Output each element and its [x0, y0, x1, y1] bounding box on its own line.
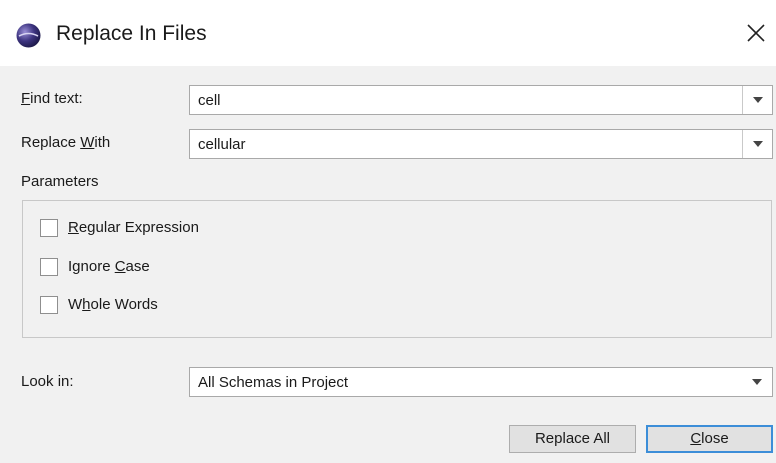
- find-text-dropdown-button[interactable]: [742, 86, 772, 114]
- find-text-combo[interactable]: cell: [189, 85, 773, 115]
- ignore-case-label[interactable]: Ignore Case: [68, 257, 150, 277]
- eclipse-sphere-icon: [16, 23, 41, 48]
- look-in-label: Look in:: [21, 373, 74, 390]
- title-bar: Replace In Files: [0, 0, 776, 66]
- replace-with-dropdown-button[interactable]: [742, 130, 772, 158]
- find-text-label: Find text:: [21, 90, 83, 107]
- replace-with-label: Replace With: [21, 134, 111, 151]
- chevron-down-icon: [753, 141, 763, 147]
- whole-words-checkbox[interactable]: [40, 296, 58, 314]
- find-text-input[interactable]: cell: [198, 91, 221, 110]
- replace-with-combo[interactable]: cellular: [189, 129, 773, 159]
- whole-words-label[interactable]: Whole Words: [68, 295, 158, 315]
- window-title: Replace In Files: [56, 22, 207, 45]
- chevron-down-icon: [752, 379, 762, 385]
- close-icon[interactable]: [745, 22, 767, 44]
- parameters-heading: Parameters: [21, 173, 99, 190]
- replace-with-input[interactable]: cellular: [198, 135, 246, 154]
- close-button[interactable]: Close: [646, 425, 773, 453]
- look-in-dropdown-button[interactable]: [742, 368, 772, 396]
- regular-expression-label[interactable]: Regular Expression: [68, 218, 199, 238]
- replace-all-button[interactable]: Replace All: [509, 425, 636, 453]
- regular-expression-checkbox[interactable]: [40, 219, 58, 237]
- look-in-value: All Schemas in Project: [198, 374, 349, 391]
- ignore-case-checkbox[interactable]: [40, 258, 58, 276]
- look-in-select[interactable]: All Schemas in Project: [189, 367, 773, 397]
- chevron-down-icon: [753, 97, 763, 103]
